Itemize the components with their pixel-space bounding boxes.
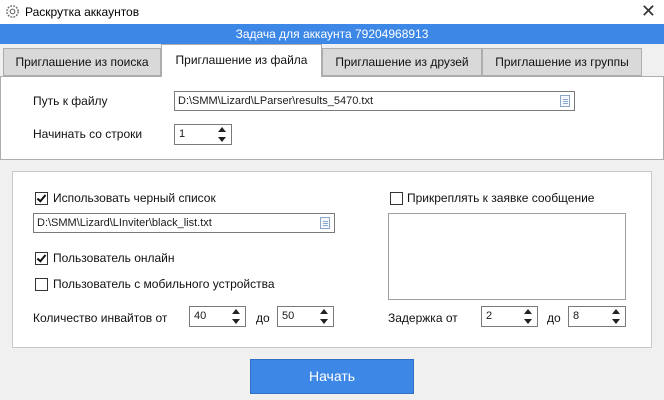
start-button[interactable]: Начать — [250, 359, 414, 394]
start-row-stepper[interactable]: 1 — [174, 124, 232, 145]
task-header: Задача для аккаунта 79204968913 — [0, 24, 664, 44]
blacklist-path-value: D:\SMM\Lizard\LInviter\black_list.txt — [37, 217, 212, 229]
spin-arrows-icon[interactable] — [612, 309, 621, 324]
checkmark-icon — [36, 252, 47, 263]
online-checkbox[interactable] — [35, 252, 48, 265]
delay-from-value: 2 — [486, 310, 493, 322]
delay-from-stepper[interactable]: 2 — [481, 306, 538, 327]
start-row-label: Начинать со строки — [33, 127, 143, 141]
checkmark-icon — [36, 192, 47, 203]
attach-message-checkbox[interactable] — [390, 192, 403, 205]
blacklist-checkbox[interactable] — [35, 192, 48, 205]
title-bar: Раскрутка аккаунтов ✕ — [0, 0, 664, 24]
file-icon[interactable] — [320, 217, 330, 229]
tab-friends-invite[interactable]: Приглашение из друзей — [322, 48, 482, 76]
gear-icon — [6, 5, 19, 18]
invites-to-stepper[interactable]: 50 — [277, 306, 334, 327]
online-label: Пользователь онлайн — [53, 251, 175, 265]
start-row-value: 1 — [179, 128, 186, 140]
blacklist-path-field[interactable]: D:\SMM\Lizard\LInviter\black_list.txt — [33, 213, 335, 233]
invites-to-label: до — [256, 311, 270, 325]
delay-to-label: до — [547, 311, 561, 325]
file-path-value: D:\SMM\Lizard\LParser\results_5470.txt — [178, 95, 374, 107]
mobile-checkbox[interactable] — [35, 278, 48, 291]
spin-arrows-icon[interactable] — [218, 127, 227, 142]
invites-to-value: 50 — [282, 310, 295, 322]
delay-label: Задержка от — [388, 311, 458, 325]
file-tab-panel — [0, 76, 664, 160]
spin-arrows-icon[interactable] — [232, 309, 241, 324]
delay-to-stepper[interactable]: 8 — [568, 306, 626, 327]
invites-from-stepper[interactable]: 40 — [189, 306, 246, 327]
attach-message-textarea[interactable] — [388, 213, 626, 300]
file-path-field[interactable]: D:\SMM\Lizard\LParser\results_5470.txt — [174, 91, 575, 111]
delay-to-value: 8 — [573, 310, 580, 322]
spin-arrows-icon[interactable] — [320, 309, 329, 324]
invites-label: Количество инвайтов от — [33, 311, 168, 325]
tab-file-invite[interactable]: Приглашение из файла — [161, 44, 322, 77]
blacklist-label: Использовать черный список — [53, 191, 216, 205]
attach-message-label: Прикреплять к заявке сообщение — [407, 191, 595, 205]
mobile-label: Пользователь с мобильного устройства — [53, 277, 275, 291]
path-label: Путь к файлу — [33, 94, 108, 108]
tab-group-invite[interactable]: Приглашение из группы — [482, 48, 642, 76]
file-icon[interactable] — [560, 95, 570, 107]
close-icon[interactable]: ✕ — [641, 1, 656, 21]
invites-from-value: 40 — [194, 310, 207, 322]
window-title: Раскрутка аккаунтов — [25, 5, 140, 19]
spin-arrows-icon[interactable] — [524, 309, 533, 324]
tab-search-invite[interactable]: Приглашение из поиска — [3, 48, 161, 76]
